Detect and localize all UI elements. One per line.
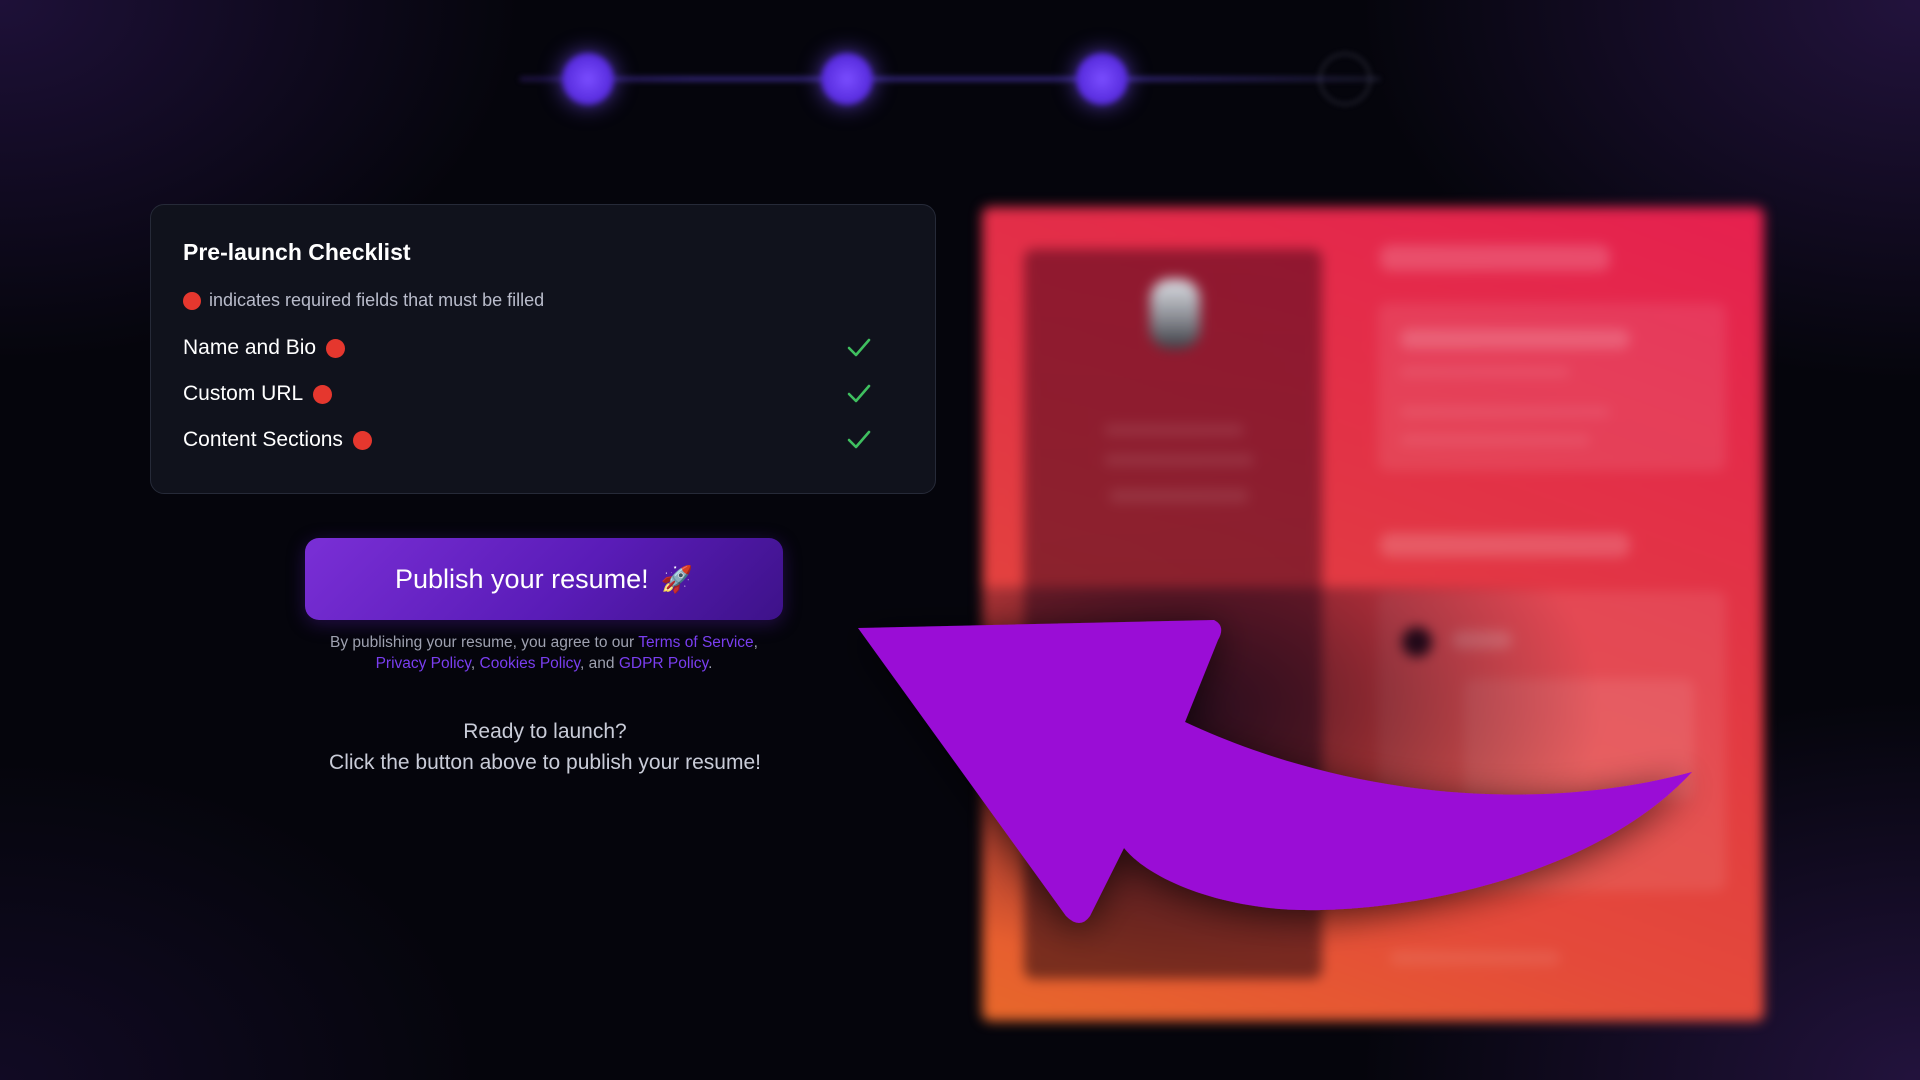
preview-line [1104,454,1254,466]
checkmark-icon [847,338,871,357]
resume-preview [982,207,1764,1021]
prelaunch-checklist-card: Pre-launch Checklist indicates required … [150,204,936,494]
checklist-item-label: Content Sections [183,428,343,451]
step-2[interactable] [747,40,947,139]
publish-resume-button[interactable]: Publish your resume! 🚀 [305,538,783,620]
checklist-item-label: Name and Bio [183,336,317,359]
cookies-policy-link[interactable]: Cookies Policy [480,655,581,672]
checkmark-icon [847,384,871,403]
step-4-indicator [1319,53,1371,105]
ready-message: Ready to launch? Click the button above … [250,716,840,778]
step-1[interactable] [488,40,688,139]
preview-line [1400,435,1590,445]
required-indicator-icon [352,430,372,450]
terms-notice: By publishing your resume, you agree to … [330,634,758,672]
step-1-indicator [562,53,614,105]
ready-line-1: Ready to launch? [463,720,627,743]
step-1-caption-top [488,119,688,135]
preview-line [1400,407,1610,417]
publish-button-label: Publish your resume! [395,563,649,594]
preview-line [1109,489,1249,503]
step-4-caption-top [1245,119,1445,135]
preview-line [1400,367,1570,377]
checklist-item-custom-url: Custom URL [183,371,903,417]
required-indicator-icon [313,384,333,404]
page: Pre-launch Checklist indicates required … [0,0,1920,1080]
step-3[interactable] [1002,40,1202,139]
preview-heading-bar [1380,245,1610,271]
rocket-icon: 🚀 [660,563,693,594]
required-indicator-icon [326,338,346,358]
step-3-caption-top [1002,119,1202,135]
preview-heading-bar [1380,533,1630,557]
checklist-title: Pre-launch Checklist [183,239,411,265]
preview-shadow [982,587,1764,1021]
step-3-indicator [1076,53,1128,105]
required-legend: indicates required fields that must be f… [183,290,903,311]
step-4[interactable] [1245,40,1445,139]
ready-line-2: Click the button above to publish your r… [329,751,761,774]
and-text: , and [580,655,615,672]
terms-prefix: By publishing your resume, you agree to … [330,634,635,651]
checklist-items: Name and Bio Custom URL Content Sections [183,325,903,463]
gdpr-policy-link[interactable]: GDPR Policy [619,655,708,672]
preview-line [1400,329,1630,349]
step-2-indicator [821,53,873,105]
checklist-item-name-bio: Name and Bio [183,325,903,371]
privacy-policy-link[interactable]: Privacy Policy [376,655,471,672]
step-2-caption-top [747,119,947,135]
required-indicator-icon [183,291,201,310]
terms-of-service-link[interactable]: Terms of Service [638,634,753,651]
checklist-item-label: Custom URL [183,382,304,405]
required-legend-text: indicates required fields that must be f… [209,290,545,310]
preview-line [1104,424,1244,436]
avatar [1150,279,1200,349]
checkmark-icon [847,430,871,449]
checklist-item-content-sections: Content Sections [183,417,903,463]
progress-stepper [520,40,1380,170]
